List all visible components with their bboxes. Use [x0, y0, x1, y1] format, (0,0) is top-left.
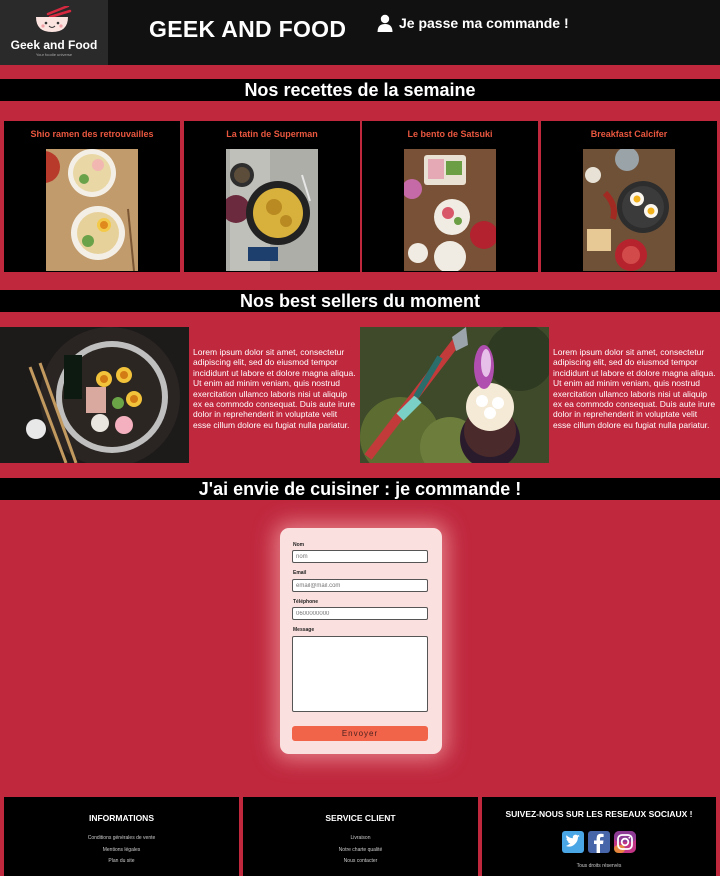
- footer-link-sitemap[interactable]: Plan du site: [4, 858, 239, 864]
- recipe-card-breakfast[interactable]: Breakfast Calcifer: [541, 121, 717, 272]
- bestseller-description: Lorem ipsum dolor sit amet, consectetur …: [189, 335, 360, 461]
- email-label: Email: [293, 570, 307, 576]
- footer-social: SUIVEZ-NOUS SUR LES RESEAUX SOCIAUX ! To…: [482, 797, 716, 876]
- bestseller-image-ramen: [0, 327, 189, 463]
- facebook-icon[interactable]: [588, 831, 610, 853]
- logo[interactable]: Geek and Food Your foodie universe: [0, 0, 108, 65]
- user-icon: [377, 14, 393, 32]
- recipe-title: Le bento de Satsuki: [407, 129, 493, 139]
- recipe-title: Breakfast Calcifer: [590, 129, 668, 139]
- site-header: Geek and Food Your foodie universe GEEK …: [0, 0, 720, 65]
- recipe-image-breakfast: [583, 149, 675, 271]
- footer-heading: INFORMATIONS: [88, 813, 154, 823]
- logo-tagline: Your foodie universe: [35, 52, 73, 57]
- bestseller-image-cake: [360, 327, 549, 463]
- recipes-heading: Nos recettes de la semaine: [0, 79, 720, 101]
- order-form: Nom Email Téléphone Message Envoyer: [280, 528, 442, 754]
- order-link-label: Je passe ma commande !: [399, 15, 569, 31]
- site-title: GEEK AND FOOD: [149, 16, 347, 42]
- recipe-card-bento[interactable]: Le bento de Satsuki: [362, 121, 538, 272]
- twitter-icon[interactable]: [562, 831, 584, 853]
- phone-label: Téléphone: [293, 599, 319, 605]
- message-label: Message: [293, 627, 315, 633]
- bestsellers-heading: Nos best sellers du moment: [0, 290, 720, 312]
- recipe-image-bento: [404, 149, 496, 271]
- footer-informations: INFORMATIONS Conditions générales de ven…: [4, 797, 239, 876]
- order-link[interactable]: Je passe ma commande !: [377, 14, 569, 32]
- recipe-title: Shio ramen des retrouvailles: [30, 129, 154, 139]
- name-label: Nom: [293, 542, 305, 548]
- bestseller-description: Lorem ipsum dolor sit amet, consectetur …: [549, 335, 720, 461]
- footer-link-quality[interactable]: Notre charte qualité: [243, 847, 478, 853]
- email-input[interactable]: [292, 579, 428, 592]
- footer-link-cgv[interactable]: Conditions générales de vente: [4, 835, 239, 841]
- footer-link-mentions[interactable]: Mentions légales: [4, 847, 239, 853]
- recipe-card-shio-ramen[interactable]: Shio ramen des retrouvailles: [4, 121, 180, 272]
- footer-service-client: SERVICE CLIENT Livraison Notre charte qu…: [243, 797, 478, 876]
- footer-link-delivery[interactable]: Livraison: [243, 835, 478, 841]
- message-textarea[interactable]: [292, 636, 428, 712]
- recipe-image-ramen: [46, 149, 138, 271]
- footer-rights: Tous droits réservés: [576, 863, 622, 869]
- footer-link-contact[interactable]: Nous contacter: [243, 858, 478, 864]
- phone-input[interactable]: [292, 607, 428, 620]
- recipe-title: La tatin de Superman: [226, 129, 318, 139]
- logo-name: Geek and Food: [10, 38, 98, 52]
- footer-heading: SUIVEZ-NOUS SUR LES RESEAUX SOCIAUX !: [505, 809, 693, 819]
- name-input[interactable]: [292, 550, 428, 563]
- recipe-image-tatin: [226, 149, 318, 271]
- footer-heading: SERVICE CLIENT: [325, 813, 396, 823]
- submit-button[interactable]: Envoyer: [292, 726, 428, 741]
- recipe-card-tatin[interactable]: La tatin de Superman: [184, 121, 360, 272]
- instagram-icon[interactable]: [614, 831, 636, 853]
- ramen-bowl-logo-icon: [36, 6, 72, 32]
- order-heading: J'ai envie de cuisiner : je commande !: [0, 478, 720, 500]
